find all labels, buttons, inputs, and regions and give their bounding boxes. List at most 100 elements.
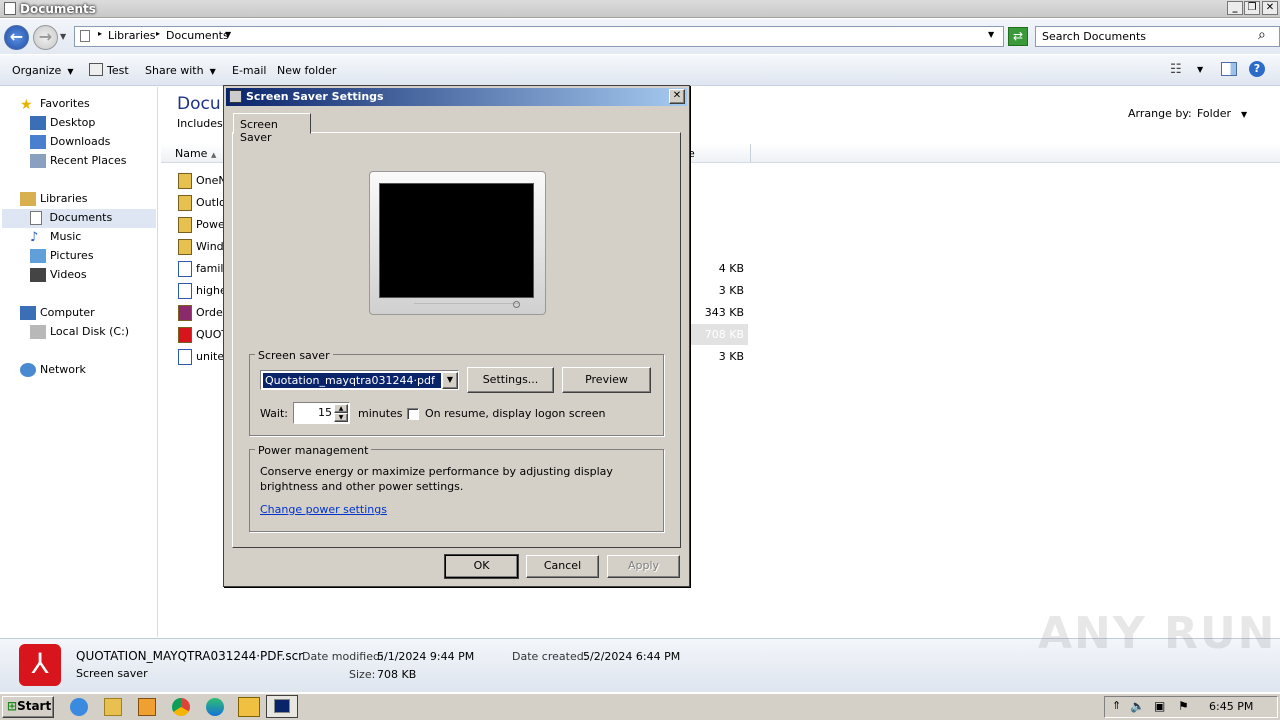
desktop-icon xyxy=(30,116,46,130)
resume-logon-label[interactable]: On resume, display logon screen xyxy=(425,407,605,420)
dialog-monitor-icon xyxy=(229,90,242,103)
details-size-value: 708 KB xyxy=(377,668,417,681)
search-icon[interactable]: ⌕ xyxy=(1258,27,1266,43)
show-hidden-icons-icon[interactable]: ⇑ xyxy=(1112,699,1121,712)
screen-saver-group-title: Screen saver xyxy=(255,349,333,362)
tab-screen-saver[interactable]: Screen Saver xyxy=(233,113,311,144)
wait-stepper[interactable]: 15 ▲ ▼ xyxy=(293,402,350,424)
maximize-button[interactable]: ❐ xyxy=(1244,1,1260,15)
breadcrumb-chevron-icon[interactable]: ▼ xyxy=(225,30,231,39)
window-titlebar: Documents _ ❐ ✕ xyxy=(0,0,1280,18)
recent-pages-chevron-icon[interactable]: ▼ xyxy=(60,32,66,41)
settings-button[interactable]: Settings... xyxy=(467,367,554,393)
minimize-button[interactable]: _ xyxy=(1227,1,1243,15)
breadcrumb-chevron-icon[interactable]: ▸ xyxy=(98,29,102,38)
close-button[interactable]: ✕ xyxy=(1262,1,1278,15)
nav-recent-places[interactable]: Recent Places xyxy=(30,154,127,168)
local-disk-icon xyxy=(30,325,46,339)
test-button[interactable]: Test xyxy=(107,64,129,77)
outlook-icon[interactable] xyxy=(238,697,260,717)
details-file-type: Screen saver xyxy=(76,667,148,680)
screen-saver-select[interactable]: Quotation_mayqtra031244·pdf ▼ xyxy=(260,370,459,390)
file-name[interactable]: Outlo xyxy=(196,196,226,209)
library-includes[interactable]: Includes: xyxy=(177,117,226,130)
file-name[interactable]: unite xyxy=(196,350,224,363)
explorer-icon[interactable] xyxy=(104,698,122,716)
stepper-down-icon[interactable]: ▼ xyxy=(334,413,348,422)
edge-icon[interactable] xyxy=(206,698,224,716)
monitor-preview xyxy=(369,171,546,315)
start-button[interactable]: ⊞Start xyxy=(2,696,54,718)
breadcrumb-libraries[interactable]: Libraries xyxy=(108,29,156,42)
column-header-name[interactable]: Name ▲ xyxy=(175,147,216,160)
nav-favorites[interactable]: ★ Favorites xyxy=(20,97,90,113)
apply-button[interactable]: Apply xyxy=(607,555,680,578)
chevron-down-icon: ▼ xyxy=(1241,110,1248,119)
search-input[interactable]: Search Documents ⌕ xyxy=(1035,26,1280,47)
libraries-icon xyxy=(20,192,36,206)
media-player-icon[interactable] xyxy=(138,698,156,716)
back-button[interactable]: ← xyxy=(4,25,29,50)
power-description-line2: brightness and other power settings. xyxy=(260,480,464,493)
nav-videos[interactable]: Videos xyxy=(30,268,87,282)
window-title: Documents xyxy=(20,2,96,16)
chrome-icon[interactable] xyxy=(172,698,190,716)
nav-downloads[interactable]: Downloads xyxy=(30,135,110,149)
windows-logo-icon: ⊞ xyxy=(7,699,18,713)
dialog-close-button[interactable]: ✕ xyxy=(669,89,685,104)
select-chevron-down-icon[interactable]: ▼ xyxy=(442,372,458,389)
clock[interactable]: 6:45 PM xyxy=(1209,700,1253,713)
nav-network[interactable]: Network xyxy=(20,363,86,377)
nav-documents[interactable]: Documents xyxy=(30,211,112,225)
network-tray-icon[interactable]: ▣ xyxy=(1154,699,1165,713)
address-history-chevron-icon[interactable]: ▼ xyxy=(988,30,994,39)
forward-button[interactable]: → xyxy=(33,25,58,50)
breadcrumb-documents[interactable]: Documents xyxy=(166,29,229,42)
details-filename: QUOTATION_MAYQTRA031244·PDF.scr xyxy=(76,649,304,663)
file-name[interactable]: Powe xyxy=(196,218,225,231)
address-field[interactable]: ▸ Libraries ▸ Documents ▼ ▼ xyxy=(74,26,1004,47)
ie-icon[interactable] xyxy=(70,698,88,716)
downloads-icon xyxy=(30,135,46,149)
resume-logon-checkbox[interactable] xyxy=(407,408,419,420)
refresh-icon[interactable]: ⇄ xyxy=(1008,27,1028,46)
folder-file-icon xyxy=(178,239,192,255)
screensaver-task-button[interactable] xyxy=(266,695,298,718)
preview-pane-icon[interactable] xyxy=(1221,62,1237,76)
nav-music[interactable]: ♪ Music xyxy=(30,230,81,245)
cancel-button[interactable]: Cancel xyxy=(526,555,599,578)
arrange-by-dropdown[interactable]: Folder ▼ xyxy=(1197,107,1247,120)
details-created-value: 5/2/2024 6:44 PM xyxy=(583,650,681,663)
email-button[interactable]: E-mail xyxy=(232,64,267,77)
action-center-flag-icon[interactable]: ⚑ xyxy=(1178,699,1189,713)
screen-saver-dialog: Screen Saver Settings ✕ Screen Saver Scr… xyxy=(223,85,690,587)
view-chevron-icon[interactable]: ▼ xyxy=(1197,65,1203,74)
nav-local-disk[interactable]: Local Disk (C:) xyxy=(30,325,129,339)
new-folder-button[interactable]: New folder xyxy=(277,64,336,77)
test-icon xyxy=(89,63,103,76)
screen-saver-selected-value: Quotation_mayqtra031244·pdf xyxy=(262,372,442,389)
change-power-settings-link[interactable]: Change power settings xyxy=(260,503,387,516)
view-options-icon[interactable]: ☷ xyxy=(1170,62,1182,77)
nav-computer[interactable]: Computer xyxy=(20,306,95,320)
rar-file-icon xyxy=(178,305,192,321)
folder-file-icon xyxy=(178,173,192,189)
chevron-down-icon: ▼ xyxy=(64,67,74,76)
share-with-button[interactable]: Share with ▼ xyxy=(145,64,216,77)
ok-button[interactable]: OK xyxy=(444,554,519,579)
wait-value[interactable]: 15 xyxy=(318,406,332,419)
stepper-up-icon[interactable]: ▲ xyxy=(334,404,348,413)
breadcrumb-chevron-icon[interactable]: ▸ xyxy=(156,29,160,38)
network-icon xyxy=(20,363,36,377)
volume-icon[interactable]: 🔈 xyxy=(1130,699,1145,713)
power-description-line1: Conserve energy or maximize performance … xyxy=(260,465,613,478)
organize-button[interactable]: Organize ▼ xyxy=(12,64,73,77)
nav-desktop[interactable]: Desktop xyxy=(30,116,95,130)
arrange-by-label: Arrange by: xyxy=(1128,107,1192,120)
folder-file-icon xyxy=(178,195,192,211)
help-icon[interactable]: ? xyxy=(1249,61,1265,77)
nav-pictures[interactable]: Pictures xyxy=(30,249,94,263)
dialog-titlebar: Screen Saver Settings ✕ xyxy=(226,88,687,106)
preview-button[interactable]: Preview xyxy=(562,367,651,393)
nav-libraries[interactable]: Libraries xyxy=(20,192,88,206)
